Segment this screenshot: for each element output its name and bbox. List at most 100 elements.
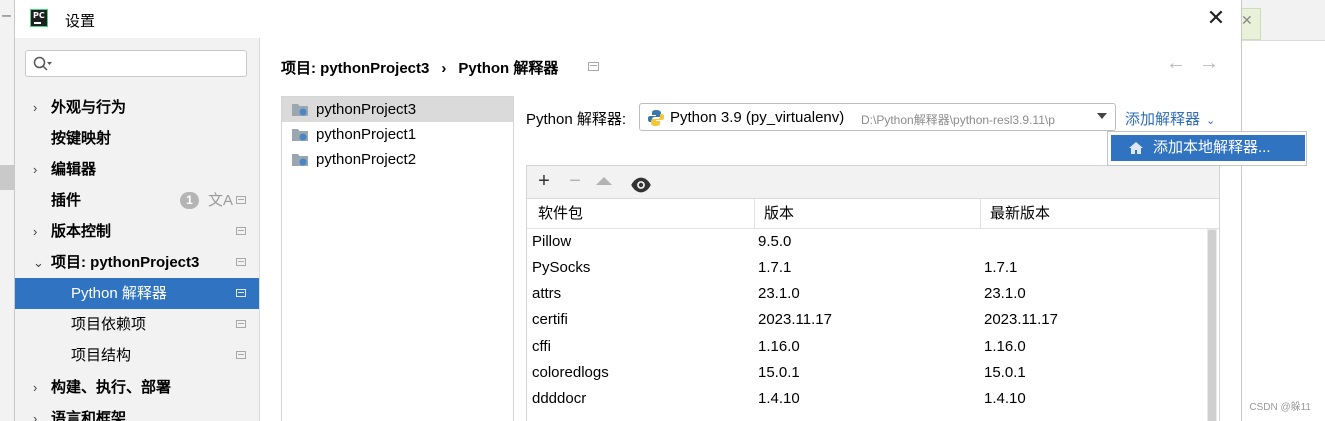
forward-arrow-icon[interactable]: → <box>1199 52 1219 75</box>
project-name: pythonProject2 <box>316 151 417 168</box>
python-folder-icon <box>292 154 308 166</box>
sidebar-item-editor[interactable]: › 编辑器 <box>15 154 259 185</box>
list-item[interactable]: pythonProject1 <box>282 122 513 147</box>
package-latest-version: 1.7.1 <box>984 259 1018 276</box>
package-version: 1.4.10 <box>758 390 800 407</box>
breadcrumb-project[interactable]: 项目: pythonProject3 <box>281 60 429 77</box>
sidebar-item-label: 语言和框架 <box>51 410 127 421</box>
project-level-icon <box>588 62 599 71</box>
project-name: pythonProject3 <box>316 101 417 118</box>
sidebar-item-appearance[interactable]: › 外观与行为 <box>15 92 259 123</box>
package-version: 9.5.0 <box>758 233 792 250</box>
sidebar-item-label: 构建、执行、部署 <box>51 379 172 396</box>
sidebar-item-plugins[interactable]: 插件 1 文A <box>15 185 259 216</box>
python-logo-icon <box>648 110 664 126</box>
add-interpreter-label[interactable]: 添加解释器 <box>1125 111 1200 128</box>
sidebar-item-label: 项目依赖项 <box>71 316 147 333</box>
package-latest-version: 1.4.10 <box>984 390 1026 407</box>
sidebar-item-label: 项目: pythonProject3 <box>51 254 200 271</box>
list-item[interactable]: pythonProject2 <box>282 147 513 172</box>
package-latest-version: 2023.11.17 <box>984 311 1058 328</box>
package-name: Pillow <box>532 233 572 250</box>
sidebar-item-project-dependencies[interactable]: 项目依赖项 <box>15 309 259 340</box>
table-row[interactable]: coloredlogs 15.0.1 15.0.1 <box>527 360 1207 386</box>
table-row[interactable]: cffi 1.16.0 1.16.0 <box>527 334 1207 360</box>
project-level-icon <box>236 227 246 235</box>
table-row[interactable]: Pillow 9.5.0 <box>527 229 1207 255</box>
sidebar-item-label: 插件 <box>51 192 82 209</box>
sidebar-item-label: 外观与行为 <box>51 99 127 116</box>
ide-tab-close-icon[interactable]: ✕ <box>1241 12 1253 29</box>
scrollbar-thumb[interactable] <box>1208 230 1216 421</box>
add-interpreter-link[interactable]: 添加解释器 ⌄ <box>1125 108 1215 129</box>
remove-package-button[interactable]: − <box>564 170 586 192</box>
add-interpreter-menu: 添加本地解释器... <box>1107 131 1307 166</box>
python-folder-icon <box>292 129 308 141</box>
add-package-button[interactable]: + <box>533 170 555 192</box>
table-row[interactable]: PySocks 1.7.1 1.7.1 <box>527 255 1207 281</box>
sidebar-item-project-structure[interactable]: 项目结构 <box>15 340 259 371</box>
packages-toolbar: + − <box>527 166 1219 199</box>
breadcrumb-page: Python 解释器 <box>458 60 559 77</box>
table-row[interactable]: attrs 23.1.0 23.1.0 <box>527 281 1207 307</box>
upgrade-package-icon[interactable] <box>596 177 612 185</box>
interpreter-name: Python 3.9 (py_virtualenv) <box>670 109 845 126</box>
chevron-right-icon[interactable]: › <box>33 216 37 247</box>
interpreter-select[interactable]: Python 3.9 (py_virtualenv) D:\Python解释器\… <box>639 103 1116 131</box>
column-header-latest-version[interactable]: 最新版本 <box>990 199 1050 228</box>
chevron-down-icon[interactable]: ⌄ <box>1206 115 1215 127</box>
interpreter-label: Python 解释器: <box>526 111 627 128</box>
column-divider[interactable] <box>980 199 981 228</box>
package-name: certifi <box>532 311 568 328</box>
sidebar-item-label: 版本控制 <box>51 223 112 240</box>
package-latest-version: 1.16.0 <box>984 338 1026 355</box>
sidebar-item-python-interpreter[interactable]: Python 解释器 <box>15 278 259 309</box>
sidebar-item-version-control[interactable]: › 版本控制 <box>15 216 259 247</box>
close-icon[interactable]: ✕ <box>1204 6 1228 30</box>
chevron-right-icon[interactable]: › <box>33 154 37 185</box>
ide-left-strip <box>0 40 14 421</box>
sidebar-item-languages[interactable]: › 语言和框架 <box>15 403 259 421</box>
search-input[interactable] <box>25 50 247 77</box>
package-name: ddddocr <box>532 390 587 407</box>
sidebar-item-keymap[interactable]: 按键映射 <box>15 123 259 154</box>
pycharm-logo-icon: PC <box>30 9 48 27</box>
packages-table-header: 软件包 版本 最新版本 <box>527 199 1219 229</box>
dropdown-caret-icon[interactable] <box>1097 113 1107 119</box>
project-level-icon <box>236 258 246 266</box>
sidebar-item-label: 项目结构 <box>71 347 132 364</box>
chevron-right-icon[interactable]: › <box>33 403 37 421</box>
column-header-package[interactable]: 软件包 <box>538 199 583 228</box>
table-row[interactable]: ddddocr 1.4.10 1.4.10 <box>527 386 1207 412</box>
breadcrumb-separator: › <box>441 60 447 77</box>
column-divider[interactable] <box>754 199 755 228</box>
watermark: CSDN @躲11 <box>1249 402 1311 413</box>
project-level-icon <box>236 351 246 359</box>
column-header-version[interactable]: 版本 <box>764 199 794 228</box>
menu-item-add-local-interpreter[interactable]: 添加本地解释器... <box>1111 135 1305 161</box>
update-count-badge: 1 <box>180 192 199 209</box>
settings-sidebar: › 外观与行为 按键映射 › 编辑器 插件 1 文A › 版本控制 ⌄ 项目: … <box>15 38 260 421</box>
title-bar: PC 设置 ✕ <box>15 0 1241 38</box>
sidebar-item-label: 编辑器 <box>51 161 97 178</box>
dialog-title: 设置 <box>65 13 96 30</box>
package-name: PySocks <box>532 259 591 276</box>
eye-icon[interactable] <box>630 174 652 196</box>
package-version: 23.1.0 <box>758 285 800 302</box>
sidebar-item-build-execution[interactable]: › 构建、执行、部署 <box>15 372 259 403</box>
sidebar-item-project[interactable]: ⌄ 项目: pythonProject3 <box>15 247 259 278</box>
settings-dialog: PC 设置 ✕ › 外观与行为 按键映射 › 编辑器 插件 1 文A › 版本控… <box>14 0 1242 421</box>
package-version: 1.7.1 <box>758 259 792 276</box>
interpreter-path: D:\Python解释器\python-resl3.9.11\p <box>861 113 1055 127</box>
package-version: 15.0.1 <box>758 364 800 381</box>
list-item[interactable]: pythonProject3 <box>282 97 513 122</box>
project-list: pythonProject3 pythonProject1 pythonProj… <box>281 96 514 421</box>
chevron-down-icon[interactable]: ⌄ <box>33 247 44 278</box>
chevron-right-icon[interactable]: › <box>33 372 37 403</box>
back-arrow-icon[interactable]: ← <box>1166 52 1186 75</box>
project-level-icon <box>236 320 246 328</box>
ide-left-block <box>0 165 14 190</box>
table-row[interactable]: certifi 2023.11.17 2023.11.17 <box>527 307 1207 333</box>
chevron-right-icon[interactable]: › <box>33 92 37 123</box>
project-level-icon <box>236 196 246 204</box>
